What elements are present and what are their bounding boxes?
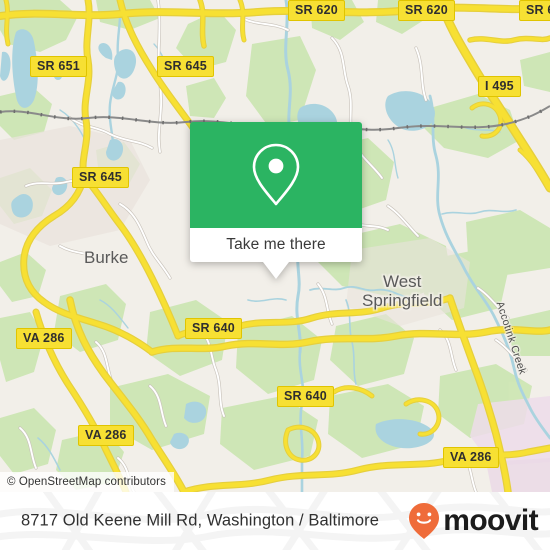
road-shield: I 495	[478, 76, 521, 97]
take-me-there-label: Take me there	[226, 236, 326, 253]
footer-bar: 8717 Old Keene Mill Rd, Washington / Bal…	[0, 492, 550, 550]
road-shield: SR 645	[72, 167, 129, 188]
road-shield: SR 620	[398, 0, 455, 21]
moovit-wordmark: moovit	[443, 504, 538, 537]
location-callout-card[interactable]: Take me there	[190, 122, 362, 279]
moovit-map-screenshot: SR 620 SR 620 SR 62 SR 651 SR 645 I 495 …	[0, 0, 550, 550]
moovit-logo: moovit	[407, 501, 539, 541]
address-text: 8717 Old Keene Mill Rd, Washington / Bal…	[21, 511, 379, 530]
map-canvas[interactable]: SR 620 SR 620 SR 62 SR 651 SR 645 I 495 …	[0, 0, 550, 492]
callout-pointer	[263, 262, 289, 279]
take-me-there-button[interactable]: Take me there	[190, 228, 362, 262]
road-shield: VA 286	[16, 328, 72, 349]
moovit-pin-icon	[409, 503, 440, 539]
callout-header	[190, 122, 362, 228]
road-shield: SR 62	[519, 0, 550, 21]
map-pin-icon	[252, 143, 300, 206]
road-shield: SR 640	[185, 318, 242, 339]
osm-attribution: © OpenStreetMap contributors	[0, 472, 174, 492]
road-shield: VA 286	[443, 447, 499, 468]
road-shield: SR 620	[288, 0, 345, 21]
road-shield: VA 286	[78, 425, 134, 446]
place-label-west-springfield: West Springfield	[362, 272, 443, 310]
place-label-burke: Burke	[84, 248, 129, 267]
road-shield: SR 640	[277, 386, 334, 407]
road-shield: SR 651	[30, 56, 87, 77]
road-shield: SR 645	[157, 56, 214, 77]
